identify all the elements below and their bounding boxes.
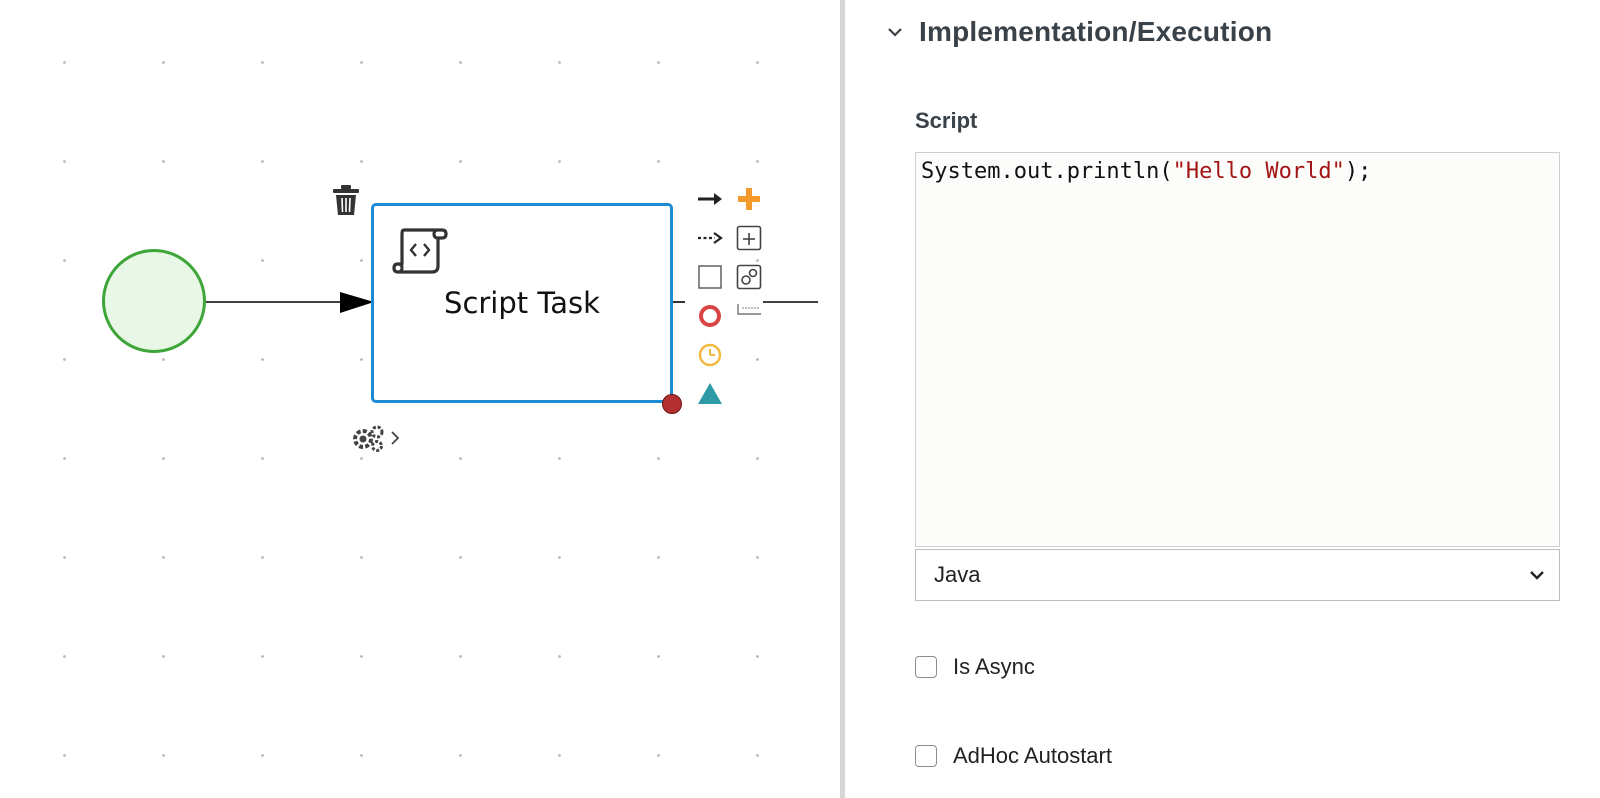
- task-settings-tool[interactable]: [351, 423, 403, 453]
- add-element-tool[interactable]: [735, 185, 763, 213]
- subprocess-tool[interactable]: [735, 224, 763, 252]
- task-name-label[interactable]: Script Task: [374, 286, 670, 320]
- trash-icon: [333, 185, 359, 215]
- is-async-checkbox[interactable]: [915, 656, 937, 678]
- association-flow-icon: [698, 232, 723, 244]
- plus-icon: [738, 188, 760, 210]
- script-scroll-icon: [392, 228, 448, 274]
- gateway-tool[interactable]: [696, 380, 724, 408]
- diagram-canvas[interactable]: Script Task: [0, 0, 840, 798]
- section-title: Implementation/Execution: [919, 16, 1273, 47]
- start-event[interactable]: [102, 249, 206, 353]
- association-flow-tool[interactable]: [696, 224, 724, 252]
- adhoc-autostart-option[interactable]: AdHoc Autostart: [915, 743, 1112, 769]
- is-async-label: Is Async: [953, 654, 1035, 679]
- boundary-resize-handle[interactable]: [662, 394, 682, 414]
- sequence-flow-icon: [698, 193, 722, 205]
- code-text: System.out.println(: [921, 159, 1173, 184]
- delete-tool[interactable]: [332, 184, 360, 216]
- code-string-literal: "Hello World": [1172, 159, 1345, 184]
- is-async-option[interactable]: Is Async: [915, 654, 1035, 680]
- script-language-value: Java: [934, 562, 981, 587]
- adhoc-autostart-checkbox[interactable]: [915, 745, 937, 767]
- task-tool[interactable]: [696, 263, 724, 291]
- text-annotation-icon: [737, 304, 761, 315]
- sequence-flow-arrowhead: [340, 292, 374, 313]
- end-event-tool[interactable]: [696, 302, 724, 330]
- sequence-flow-tool[interactable]: [696, 185, 724, 213]
- chevron-down-icon: [1530, 571, 1544, 580]
- script-code-editor[interactable]: System.out.println("Hello World");: [915, 152, 1560, 547]
- reusable-subprocess-tool[interactable]: [735, 263, 763, 291]
- properties-panel: Implementation/Execution Script System.o…: [845, 0, 1600, 798]
- subprocess-icon: [736, 225, 762, 251]
- script-language-select[interactable]: Java: [915, 549, 1560, 601]
- chevron-down-icon: [888, 28, 902, 37]
- task-icon: [698, 265, 722, 289]
- implementation-execution-section-toggle[interactable]: Implementation/Execution: [885, 12, 1272, 52]
- gateway-icon: [698, 383, 722, 404]
- timer-event-tool[interactable]: [696, 341, 724, 369]
- end-event-icon: [699, 305, 721, 327]
- adhoc-autostart-label: AdHoc Autostart: [953, 743, 1112, 768]
- gears-icon: [353, 425, 400, 452]
- script-task-node[interactable]: Script Task: [371, 203, 673, 403]
- reusable-subprocess-icon: [736, 264, 762, 290]
- text-annotation-tool[interactable]: [735, 302, 763, 330]
- script-label: Script: [915, 108, 978, 133]
- timer-event-icon: [698, 343, 722, 367]
- code-text-end: );: [1344, 159, 1372, 184]
